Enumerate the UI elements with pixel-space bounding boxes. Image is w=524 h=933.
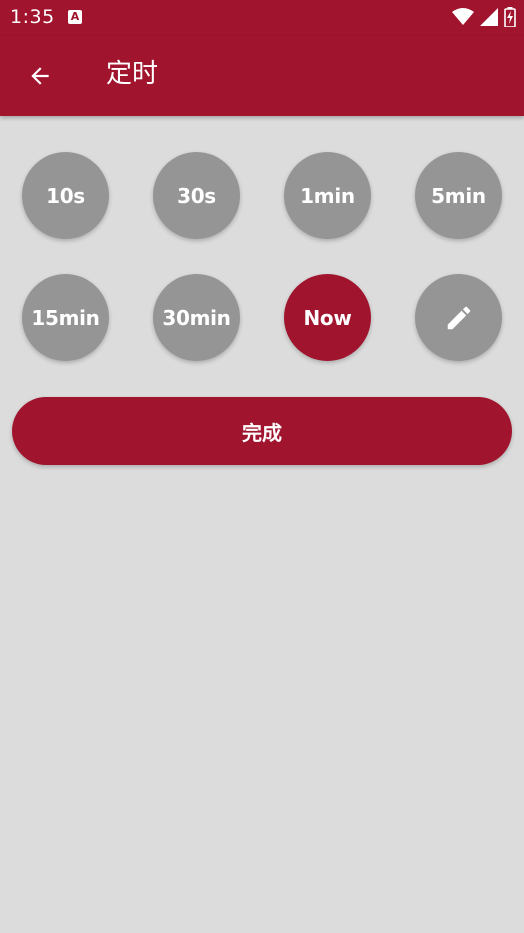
battery-charging-icon bbox=[504, 7, 516, 27]
timer-option-1min[interactable]: 1min bbox=[284, 152, 371, 239]
arrow-back-icon bbox=[31, 67, 49, 85]
status-bar: 1:35 A bbox=[0, 0, 524, 36]
signal-icon bbox=[480, 8, 498, 26]
back-button[interactable] bbox=[16, 52, 64, 100]
notification-a-icon: A bbox=[68, 10, 82, 24]
done-button[interactable]: 完成 bbox=[12, 397, 512, 465]
edit-pencil-icon bbox=[447, 306, 470, 329]
timer-option-30min[interactable]: 30min bbox=[153, 274, 240, 361]
timer-option-30s[interactable]: 30s bbox=[153, 152, 240, 239]
timer-option-now[interactable]: Now bbox=[284, 274, 371, 361]
timer-option-5min[interactable]: 5min bbox=[415, 152, 502, 239]
status-icons bbox=[452, 7, 516, 27]
wifi-icon bbox=[452, 8, 474, 25]
custom-time-edit-button[interactable] bbox=[415, 274, 502, 361]
page-title: 定时 bbox=[106, 59, 159, 89]
timer-option-15min[interactable]: 15min bbox=[22, 274, 109, 361]
timer-option-10s[interactable]: 10s bbox=[22, 152, 109, 239]
app-bar: 定时 bbox=[0, 36, 524, 116]
status-time: 1:35 bbox=[10, 6, 55, 28]
